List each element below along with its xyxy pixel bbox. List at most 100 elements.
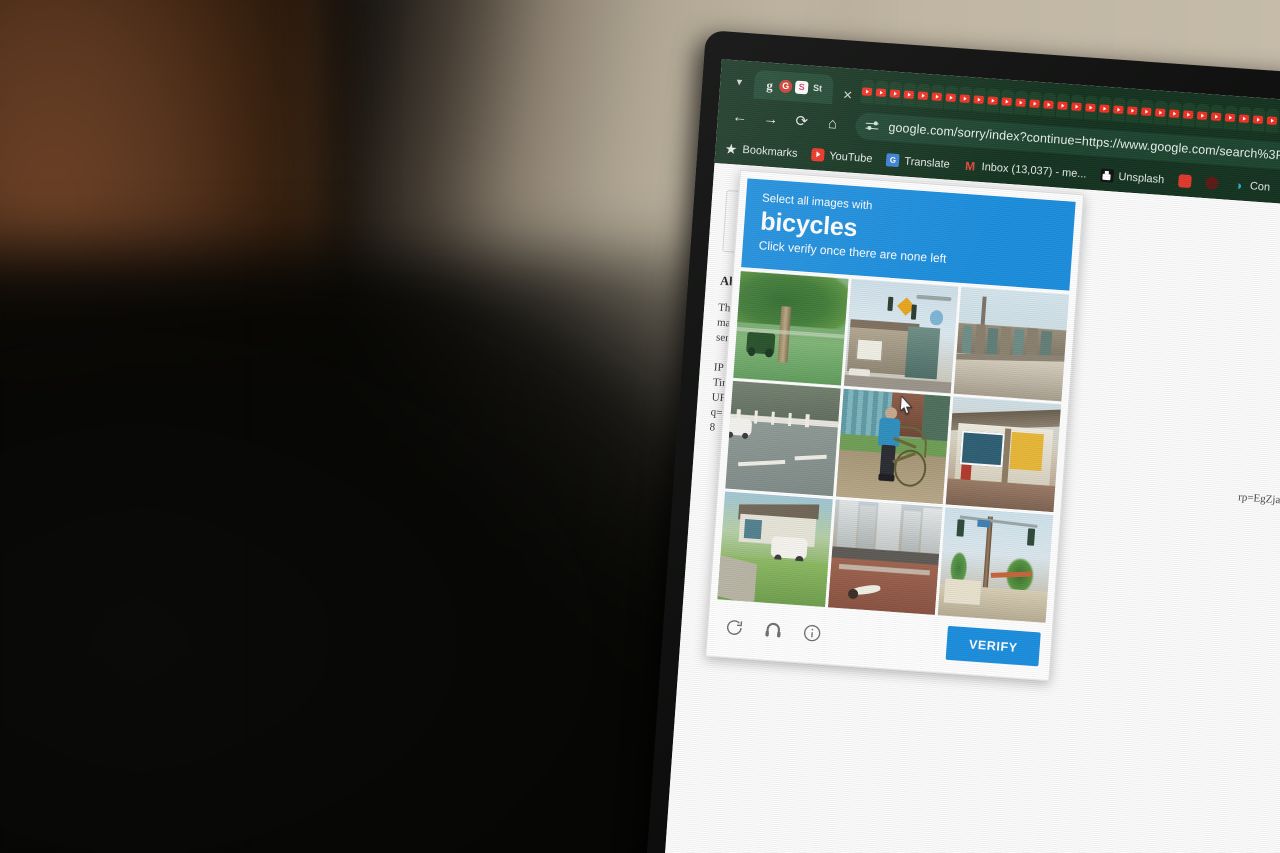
tab-youtube[interactable] (1069, 94, 1084, 120)
tab-youtube[interactable] (971, 87, 987, 113)
street-corner-shop-with-traffic-light (843, 278, 959, 394)
youtube-icon (1001, 97, 1013, 107)
red-square-icon (1177, 174, 1192, 189)
tab-youtube[interactable] (1111, 97, 1126, 123)
unsplash-icon (1100, 168, 1114, 183)
youtube-icon (1099, 104, 1110, 114)
mouse-cursor (899, 395, 913, 415)
laptop: ▾ g G S St ✕ ← → ⟳ ⌂ google.com/sorry/in… (642, 30, 1280, 853)
bookmark-item[interactable]: Unsplash (1100, 168, 1165, 187)
reload-button[interactable]: ⟳ (787, 106, 817, 136)
house-porch-with-awning (946, 396, 1062, 512)
tab-youtube[interactable] (1083, 95, 1098, 121)
gmail-icon: M (964, 158, 976, 174)
city-plaza-with-bike-lane-marking (827, 499, 943, 615)
captcha-tile[interactable] (946, 396, 1062, 512)
youtube-icon (876, 88, 887, 98)
bookmark-item[interactable]: ★ Bookmarks (724, 141, 798, 160)
captcha-tile[interactable] (843, 278, 959, 394)
tab-youtube[interactable] (1251, 107, 1266, 133)
youtube-icon (917, 91, 929, 101)
youtube-icon (1239, 114, 1250, 124)
tab-youtube[interactable] (916, 83, 931, 109)
bookmark-label: Bookmarks (742, 143, 798, 160)
bookmark-item[interactable]: M Inbox (13,037) - me... (963, 158, 1087, 181)
bookmark-item[interactable]: G Translate (885, 153, 951, 171)
tab-youtube[interactable] (1013, 90, 1029, 116)
back-button[interactable]: ← (725, 102, 755, 132)
person-holding-bicycle-by-blue-wall (835, 388, 951, 505)
rooftops-and-chimney-skyline (953, 286, 1070, 402)
tab-youtube[interactable] (957, 86, 973, 112)
tab-youtube[interactable] (888, 81, 903, 107)
bookmark-label: YouTube (828, 149, 873, 165)
tab-youtube[interactable] (1097, 96, 1112, 122)
forward-button[interactable]: → (756, 104, 786, 134)
bookmark-item[interactable] (1204, 176, 1219, 190)
st-favicon: St (812, 82, 823, 94)
youtube-icon (1127, 106, 1138, 116)
tab-youtube[interactable] (860, 79, 875, 105)
carport-with-white-car-and-lawn (717, 491, 833, 607)
photo-scene: ▾ g G S St ✕ ← → ⟳ ⌂ google.com/sorry/in… (0, 0, 1280, 853)
verify-button[interactable]: VERIFY (945, 625, 1041, 666)
bookmark-item[interactable]: ◑ Con (1232, 178, 1271, 194)
info-icon[interactable] (796, 617, 828, 649)
tab-youtube[interactable] (1139, 99, 1154, 125)
reload-icon[interactable] (718, 611, 750, 643)
youtube-icon (1197, 111, 1208, 121)
bookmark-label: Con (1249, 179, 1271, 194)
youtube-icon (931, 92, 943, 102)
youtube-icon (1113, 105, 1124, 115)
tab-close-icon[interactable]: ✕ (842, 88, 853, 103)
youtube-icon (1029, 99, 1041, 109)
bookmark-label: Translate (903, 155, 951, 171)
star-icon: ★ (725, 141, 737, 156)
tree-and-green-vehicle-on-lawn (733, 270, 849, 386)
tab-youtube[interactable] (874, 80, 889, 106)
home-button[interactable]: ⌂ (818, 108, 848, 138)
youtube-icon (987, 96, 999, 106)
tab-youtube[interactable] (985, 88, 1001, 114)
bookmark-label: Inbox (13,037) - me... (981, 160, 1087, 181)
captcha-tile[interactable] (725, 381, 841, 497)
bookmark-item[interactable] (1177, 174, 1192, 189)
bookmark-item[interactable]: YouTube (810, 147, 873, 165)
tab-youtube[interactable] (1181, 102, 1196, 128)
traffic-lights-and-palm-trees (938, 507, 1054, 623)
youtube-icon (1253, 115, 1264, 125)
tab-youtube[interactable] (999, 89, 1015, 115)
tab-youtube[interactable] (1209, 104, 1224, 130)
tab-youtube[interactable] (1223, 105, 1238, 131)
tab-youtube[interactable] (1125, 98, 1140, 124)
tab-youtube[interactable] (1265, 108, 1280, 134)
youtube-icon (862, 87, 873, 97)
tab-youtube[interactable] (902, 82, 917, 108)
youtube-icon (903, 90, 915, 100)
tab-youtube[interactable] (1153, 100, 1168, 126)
tab-youtube[interactable] (1041, 92, 1056, 118)
captcha-tile[interactable] (835, 388, 951, 505)
tab-youtube[interactable] (1167, 101, 1182, 127)
youtube-icon (1183, 110, 1194, 120)
captcha-tile[interactable] (953, 286, 1070, 402)
tab-youtube[interactable] (1055, 93, 1070, 119)
youtube-icon (1071, 102, 1083, 112)
tab-youtube[interactable] (930, 84, 945, 110)
captcha-tile[interactable] (733, 270, 849, 386)
tab-youtube[interactable] (1237, 106, 1252, 132)
headphones-icon[interactable] (757, 614, 789, 646)
chevron-down-icon[interactable]: ▾ (726, 68, 754, 96)
tab-active[interactable]: g G S St (753, 69, 835, 105)
youtube-icon (1141, 107, 1152, 117)
youtube-icon (1043, 100, 1055, 110)
site-settings-icon[interactable] (865, 119, 880, 133)
tab-youtube[interactable] (1027, 91, 1042, 117)
tab-youtube[interactable] (1195, 103, 1210, 129)
captcha-image-grid (717, 270, 1070, 623)
captcha-tile[interactable] (827, 499, 943, 615)
youtube-icon (889, 89, 901, 99)
captcha-tile[interactable] (717, 491, 833, 607)
captcha-tile[interactable] (938, 507, 1054, 623)
tab-youtube[interactable] (944, 85, 959, 111)
